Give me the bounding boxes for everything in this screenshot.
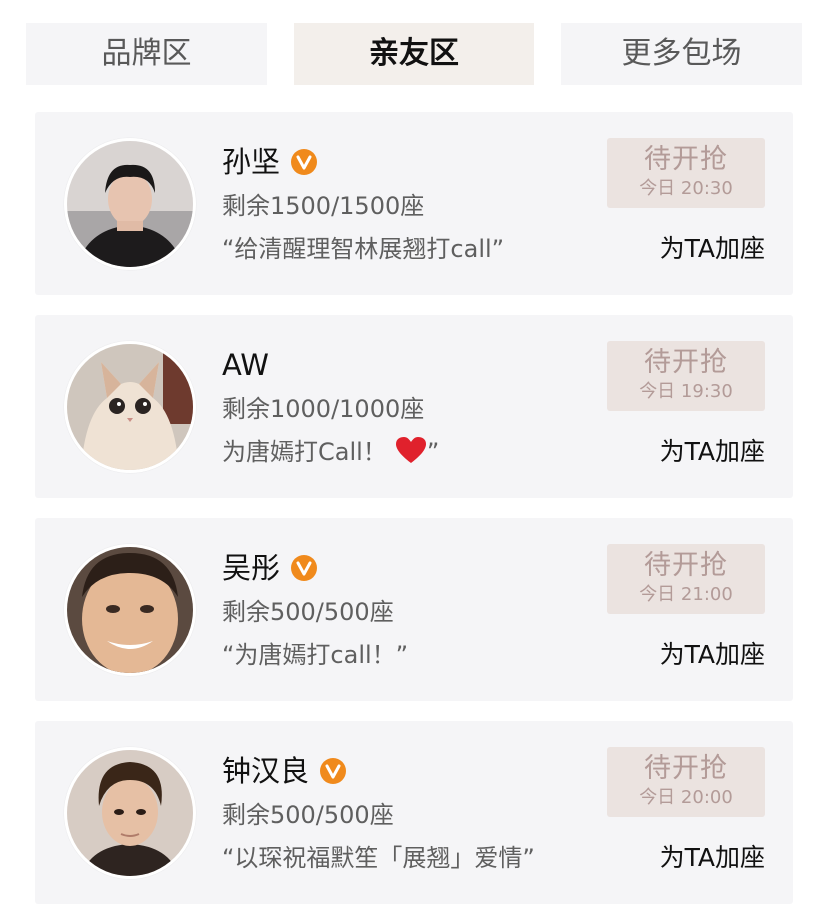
slogan: “给清醒理智林展翘打call”	[222, 235, 505, 263]
avatar-photo-young-man-dark-hair	[67, 141, 193, 267]
grab-label: 待开抢	[644, 753, 728, 784]
avatar[interactable]	[64, 544, 196, 676]
add-seat-link[interactable]: 为TA加座	[660, 841, 765, 875]
grab-label: 待开抢	[644, 144, 728, 175]
tab-friends-zone[interactable]: 亲友区	[294, 23, 534, 85]
host-name: 钟汉良	[222, 754, 310, 788]
add-seat-link[interactable]: 为TA加座	[660, 435, 765, 469]
host-card[interactable]: 孙坚 剩余1500/1500座 “给清醒理智林展翘打call” 待开抢 今日 2…	[35, 112, 793, 295]
grab-time: 今日 20:00	[639, 787, 733, 808]
host-name: 孙坚	[222, 145, 281, 179]
grab-label: 待开抢	[644, 550, 728, 581]
host-name: 吴彤	[222, 551, 281, 585]
add-seat-link[interactable]: 为TA加座	[660, 232, 765, 266]
verified-badge-icon	[320, 758, 347, 784]
host-card[interactable]: AW 剩余1000/1000座 为唐嫣打Call！” 待开抢 今日 19:30 …	[35, 315, 793, 498]
tab-brand-zone[interactable]: 品牌区	[26, 23, 267, 85]
verified-badge-icon	[291, 555, 318, 581]
seats-remaining: 剩余500/500座	[222, 598, 394, 626]
name-row: 钟汉良	[222, 751, 347, 791]
name-row: AW	[222, 345, 269, 385]
grab-status-button[interactable]: 待开抢 今日 21:00	[607, 544, 765, 614]
grab-time: 今日 21:00	[639, 584, 733, 605]
add-seat-link[interactable]: 为TA加座	[660, 638, 765, 672]
slogan-quote-end: ”	[426, 438, 440, 466]
grab-status-button[interactable]: 待开抢 今日 20:30	[607, 138, 765, 208]
red-heart-icon	[395, 436, 427, 473]
host-card[interactable]: 钟汉良 剩余500/500座 “以琛祝福默笙「展翘」爱情” 待开抢 今日 20:…	[35, 721, 793, 904]
grab-label: 待开抢	[644, 347, 728, 378]
avatar[interactable]	[64, 747, 196, 879]
zone-tabs: 品牌区 亲友区 更多包场	[26, 23, 802, 85]
grab-status-button[interactable]: 待开抢 今日 20:00	[607, 747, 765, 817]
name-row: 吴彤	[222, 548, 318, 588]
slogan: 为唐嫣打Call！	[222, 438, 387, 466]
verified-badge-icon	[291, 149, 318, 175]
avatar-photo-cat	[67, 344, 193, 470]
avatar-photo-smiling-man	[67, 547, 193, 673]
avatar[interactable]	[64, 138, 196, 270]
host-name: AW	[222, 348, 269, 382]
slogan-line: 为唐嫣打Call！ ”	[222, 435, 439, 473]
seats-remaining: 剩余500/500座	[222, 801, 394, 829]
slogan: “为唐嫣打call！”	[222, 641, 409, 669]
host-card[interactable]: 吴彤 剩余500/500座 “为唐嫣打call！” 待开抢 今日 21:00 为…	[35, 518, 793, 701]
slogan: “以琛祝福默笙「展翘」爱情”	[222, 844, 535, 872]
name-row: 孙坚	[222, 142, 318, 182]
grab-time: 今日 20:30	[639, 178, 733, 199]
grab-status-button[interactable]: 待开抢 今日 19:30	[607, 341, 765, 411]
grab-time: 今日 19:30	[639, 381, 733, 402]
tab-more-bookings[interactable]: 更多包场	[561, 23, 802, 85]
seats-remaining: 剩余1500/1500座	[222, 192, 425, 220]
avatar[interactable]	[64, 341, 196, 473]
avatar-photo-man-styled-hair	[67, 750, 193, 876]
seats-remaining: 剩余1000/1000座	[222, 395, 425, 423]
